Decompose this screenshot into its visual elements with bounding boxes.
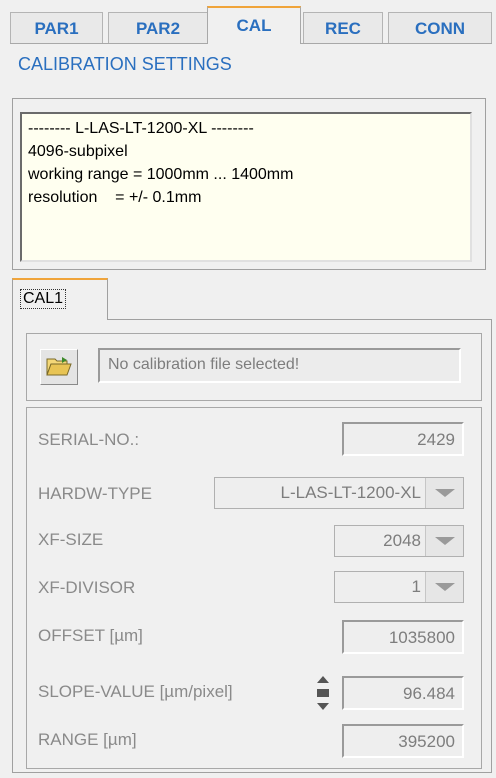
range-field[interactable]: 395200 (342, 724, 464, 758)
xf-size-label: XF-SIZE (38, 530, 104, 549)
hardw-type-value: L-LAS-LT-1200-XL (280, 483, 421, 502)
xf-size-select[interactable]: 2048 (334, 525, 464, 557)
spin-grip-icon (317, 689, 329, 697)
tab-rec[interactable]: REC (303, 12, 383, 44)
info-line-3: working range = 1000mm ... 1400mm (28, 166, 294, 183)
xf-divisor-select[interactable]: 1 (334, 571, 464, 603)
chevron-down-icon (434, 537, 455, 545)
xf-divisor-dropdown-button[interactable] (425, 572, 463, 602)
tab-par2[interactable]: PAR2 (108, 12, 208, 44)
calibration-file-field[interactable]: No calibration file selected! (98, 348, 461, 383)
open-file-button[interactable] (40, 349, 78, 385)
slope-value-label: SLOPE-VALUE [µm/pixel] (38, 682, 233, 701)
tab-cal1-label: CAL1 (19, 289, 67, 309)
range-label: RANGE [µm] (38, 730, 137, 749)
sensor-info-box: -------- L-LAS-LT-1200-XL -------- 4096-s… (20, 112, 472, 262)
hardw-type-dropdown-button[interactable] (425, 478, 463, 508)
spin-down-icon[interactable] (317, 703, 329, 710)
xf-size-value: 2048 (383, 531, 421, 550)
tab-par1[interactable]: PAR1 (10, 12, 103, 44)
slope-value-field[interactable]: 96.484 (342, 676, 464, 710)
section-title: CALIBRATION SETTINGS (18, 54, 232, 74)
slope-spinner[interactable] (316, 676, 330, 710)
tab-cal1[interactable]: CAL1 (12, 278, 108, 320)
tab-cal[interactable]: CAL (207, 6, 301, 44)
chevron-down-icon (434, 489, 455, 497)
xf-divisor-value: 1 (411, 577, 421, 596)
spin-up-icon[interactable] (317, 676, 329, 683)
chevron-down-icon (434, 583, 455, 591)
serial-no-label: SERIAL-NO.: (38, 430, 140, 449)
info-line-1: -------- L-LAS-LT-1200-XL -------- (28, 120, 254, 137)
hardw-type-select[interactable]: L-LAS-LT-1200-XL (214, 477, 464, 509)
folder-open-icon (46, 357, 72, 376)
offset-field[interactable]: 1035800 (342, 620, 464, 654)
xf-size-dropdown-button[interactable] (425, 526, 463, 556)
info-line-4: resolution = +/- 0.1mm (28, 189, 202, 206)
main-tab-strip: PAR1 PAR2 CAL REC CONN (10, 6, 492, 44)
serial-no-field[interactable]: 2429 (342, 422, 464, 456)
info-line-2: 4096-subpixel (28, 143, 128, 160)
xf-divisor-label: XF-DIVISOR (38, 578, 136, 597)
offset-label: OFFSET [µm] (38, 626, 143, 645)
hardw-type-label: HARDW-TYPE (38, 484, 152, 503)
tab-conn[interactable]: CONN (388, 12, 492, 44)
